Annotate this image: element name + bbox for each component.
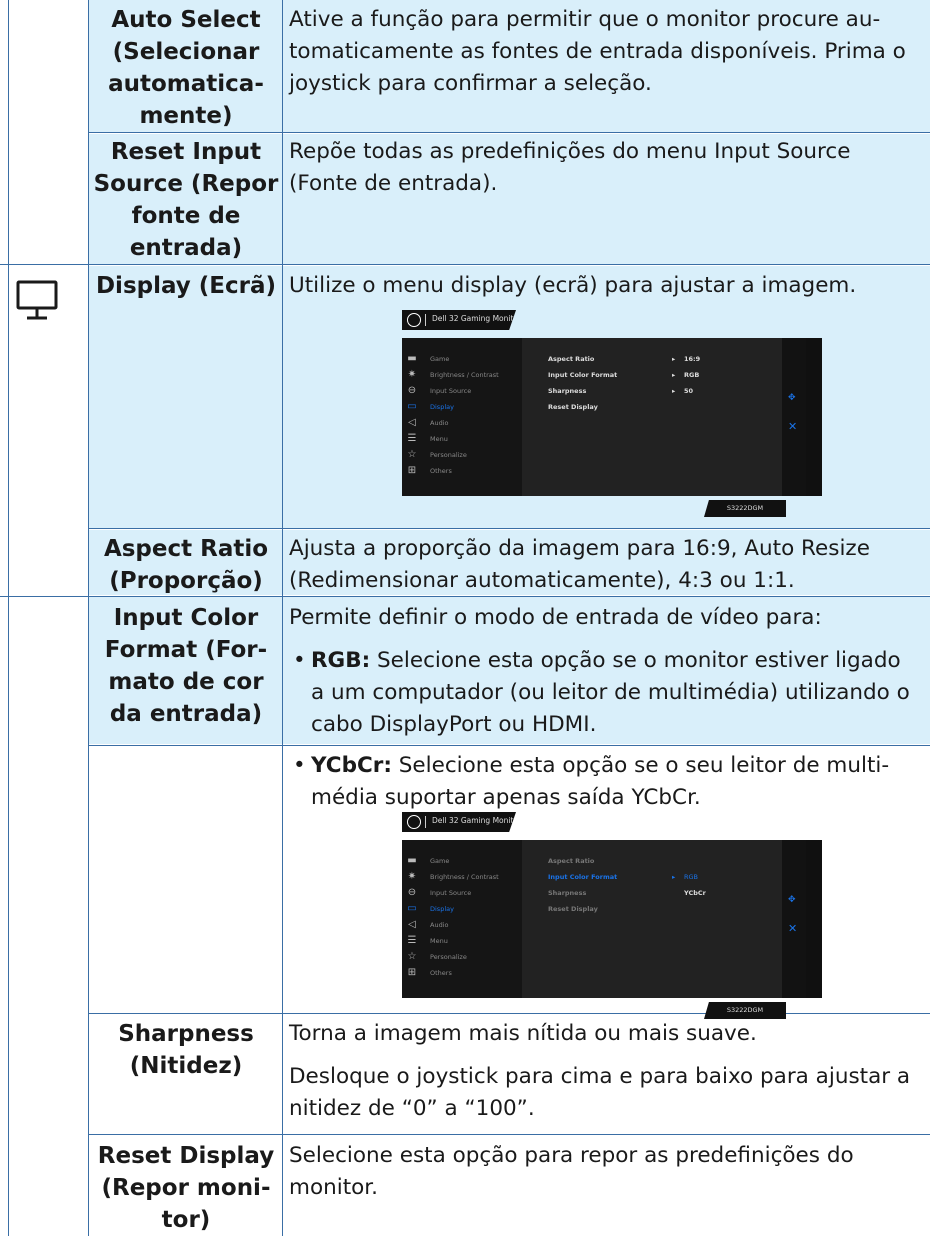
desc-auto-select: Ative a função para permitir que o monit… xyxy=(289,7,906,96)
osd-submenu-item: Sharpness YCbCr xyxy=(548,889,706,897)
rule xyxy=(88,132,930,133)
label-sharpness: Sharpness (Nitidez) xyxy=(118,1021,254,1079)
rule xyxy=(88,528,930,529)
osd-submenu-item: Input Color Format ▸ RGB xyxy=(548,371,700,379)
desc-sharpness: Torna a imagem mais nítida ou mais suave… xyxy=(289,1021,757,1046)
desc-reset-display: Selecione esta opção para repor as prede… xyxy=(289,1143,854,1200)
rule xyxy=(88,745,930,746)
osd-control-strip xyxy=(782,338,806,496)
osd-submenu-item: Aspect Ratio xyxy=(548,857,595,865)
personalize-icon: ☆ xyxy=(407,951,417,962)
close-icon: ✕ xyxy=(788,420,798,433)
osd-model: S3222DGM xyxy=(704,500,786,517)
osd-submenu: Aspect Ratio ▸ 16:9 Input Color Format ▸ RGB… xyxy=(522,338,782,496)
desc-display: Utilize o menu display (ecrã) para ajust… xyxy=(289,273,857,298)
rule xyxy=(282,0,283,1236)
menu-icon: ☰ xyxy=(407,433,417,444)
display-icon: ▭ xyxy=(407,903,417,914)
audio-icon: ◁ xyxy=(408,417,416,428)
desc-input-color-format: Permite definir o modo de entrada de víd… xyxy=(289,605,822,630)
osd-title-tab: Dell 32 Gaming Monitor xyxy=(402,310,516,330)
desc-sharpness-detail: Desloque o joystick para cima e para bai… xyxy=(289,1064,911,1121)
osd-menu-item: ▬ Game xyxy=(407,353,450,364)
osd-menu-item: ⊞ Others xyxy=(407,967,452,978)
bullet-ycbcr: • YCbCr: Selecione esta opção se o seu l… xyxy=(293,753,890,810)
osd-menu-item: ☰ Menu xyxy=(407,433,448,444)
close-icon: ✕ xyxy=(788,922,798,935)
osd-menu-item: ⊖ Input Source xyxy=(407,385,472,396)
osd-submenu-item: Reset Display xyxy=(548,403,598,411)
audio-icon: ◁ xyxy=(408,919,416,930)
label-reset-input-source: Reset Input Source (Repor fonte de entrada… xyxy=(93,139,279,261)
osd-menu-item: ▭ Display xyxy=(407,903,454,914)
osd-menu-item: ◁ Audio xyxy=(406,416,518,430)
osd-submenu-item: Aspect Ratio ▸ 16:9 xyxy=(548,355,701,363)
display-icon: ▭ xyxy=(407,401,417,412)
brightness-icon: ✷ xyxy=(407,369,417,380)
joystick-icon: ✥ xyxy=(788,393,796,403)
osd-menu-item: ▬ Game xyxy=(407,855,450,866)
osd-submenu-item: Reset Display xyxy=(548,905,598,913)
menu-icon: ☰ xyxy=(407,935,417,946)
rule xyxy=(88,1134,930,1135)
game-icon: ▬ xyxy=(407,353,417,364)
bullet-rgb: • RGB: Selecione esta opção se o monitor… xyxy=(293,648,910,737)
osd-title: Dell 32 Gaming Monitor xyxy=(432,816,522,825)
label-auto-select: Auto Select (Selecionar automatica-mente) xyxy=(108,7,264,129)
osd-title-tab: Dell 32 Gaming Monitor xyxy=(402,812,516,832)
osd-submenu: Aspect Ratio Input Color Format ▸ RGB Shar… xyxy=(522,840,782,998)
input-source-icon: ⊖ xyxy=(407,385,417,396)
rule xyxy=(88,0,89,1236)
rule xyxy=(0,264,930,265)
osd-control-strip xyxy=(782,840,806,998)
monitor-icon xyxy=(14,276,74,326)
brightness-icon: ✷ xyxy=(407,871,417,882)
osd-submenu-item: Sharpness ▸ 50 xyxy=(548,387,694,395)
osd-menu: ▬ Game ✷ Brightness / Contrast ⊖ Input Sour… xyxy=(402,840,522,998)
dell-logo-icon xyxy=(407,815,421,829)
osd-menu-item: ⊞ Others xyxy=(407,465,452,476)
osd-screenshot-display: Dell 32 Gaming Monitor ▬ Game ✷ Brightness… xyxy=(402,310,826,518)
osd-menu-item: ✷ Brightness / Contrast xyxy=(407,369,499,380)
osd-screenshot-input-color: Dell 32 Gaming Monitor ▬ Game ✷ Brightness… xyxy=(402,812,826,1020)
osd-model: S3222DGM xyxy=(704,1002,786,1019)
label-display: Display (Ecrã) xyxy=(95,273,277,299)
rule xyxy=(8,0,9,1236)
label-aspect-ratio: Aspect Ratio (Proporção) xyxy=(103,536,269,594)
desc-reset-input-source: Repõe todas as predefinições do menu Inp… xyxy=(289,139,851,196)
others-icon: ⊞ xyxy=(407,465,417,476)
osd-submenu-item: Input Color Format ▸ RGB xyxy=(548,873,699,881)
osd-menu: ▬ Game ✷ Brightness / Contrast ⊖ Input Sour… xyxy=(402,338,522,496)
label-reset-display: Reset Display (Repor moni-tor) xyxy=(97,1143,275,1233)
others-icon: ⊞ xyxy=(407,967,417,978)
input-source-icon: ⊖ xyxy=(407,887,417,898)
osd-menu-item: ▭ Display xyxy=(407,401,454,412)
osd-menu-item: ⊖ Input Source xyxy=(407,887,472,898)
osd-menu-item: ☆ Personalize xyxy=(407,951,467,962)
manual-page: Auto Select (Selecionar automatica-mente)… xyxy=(0,0,930,1236)
label-input-color-format: Input Color Format (For- mato de cor da en… xyxy=(104,605,268,727)
personalize-icon: ☆ xyxy=(407,449,417,460)
osd-menu-item: ☰ Menu xyxy=(407,935,448,946)
osd-menu-item: ✷ Brightness / Contrast xyxy=(407,871,499,882)
osd-menu-item: ☆ Personalize xyxy=(407,449,467,460)
osd-title: Dell 32 Gaming Monitor xyxy=(432,314,522,323)
desc-aspect-ratio: Ajusta a proporção da imagem para 16:9, … xyxy=(289,536,870,593)
joystick-icon: ✥ xyxy=(788,895,796,905)
dell-logo-icon xyxy=(407,313,421,327)
game-icon: ▬ xyxy=(407,855,417,866)
osd-menu-item: ◁ Audio xyxy=(406,918,518,932)
